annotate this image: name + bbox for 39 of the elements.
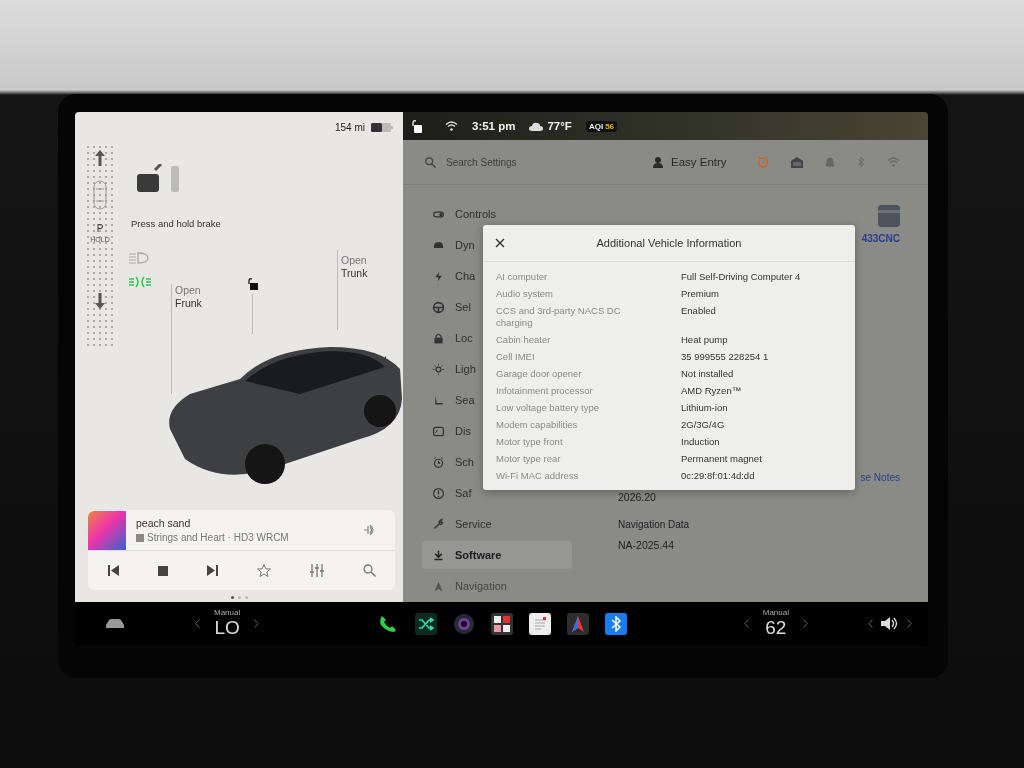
info-value: 0c:29:8f:01:4d:dd — [681, 470, 756, 482]
info-value: Premium — [681, 288, 720, 300]
dialog-title: Additional Vehicle Information — [596, 237, 742, 249]
info-label: CCS and 3rd-party NACS DC charging — [496, 305, 622, 329]
info-value: Induction — [681, 436, 721, 448]
info-label: Modem capabilities — [496, 419, 579, 431]
info-value: 35 999555 228254 1 — [681, 351, 770, 363]
clock-time: 3:51 pm — [472, 120, 516, 132]
air-quality-badge: AQI 56 — [585, 120, 618, 132]
info-label: Audio system — [496, 288, 555, 300]
navigation-data-version: NA-2025.44 — [618, 539, 676, 551]
info-value: Not installed — [681, 368, 735, 380]
info-label: Low voltage battery type — [496, 402, 600, 414]
range-text: 154 mi — [335, 121, 365, 133]
info-label: Wi-Fi MAC address — [496, 470, 580, 482]
climate-mode: Manual — [762, 608, 789, 617]
info-value: AMD Ryzen™ — [681, 385, 743, 397]
info-value: Enabled — [681, 305, 717, 318]
info-value: Lithium-ion — [681, 402, 729, 414]
track-title: peach sand — [136, 517, 192, 529]
gear-letter: P — [96, 223, 104, 234]
station-name: Strings and Heart · HD3 WRCM — [147, 532, 289, 543]
info-value: Heat pump — [681, 334, 729, 346]
navigation-data-heading: Navigation Data — [618, 519, 691, 530]
info-label: Infotainment processor — [496, 385, 594, 397]
info-value: 2G/3G/4G — [681, 419, 726, 431]
info-value: Full Self-Driving Computer 4 — [681, 271, 802, 283]
info-value: Permanent magnet — [681, 453, 763, 465]
vehicle-id-text: 433CNC — [861, 233, 900, 244]
climate-mode: Manual — [214, 608, 241, 617]
info-label: Motor type rear — [496, 453, 562, 465]
info-label: Cabin heater — [496, 334, 552, 346]
info-label: Cell IMEI — [496, 351, 536, 363]
outside-temperature: 77°F — [547, 120, 572, 132]
software-version: 2026.20 — [618, 491, 657, 503]
info-label: Motor type front — [496, 436, 564, 448]
info-label: AI computer — [496, 271, 549, 283]
info-label: Garage door opener — [496, 368, 583, 380]
brake-instruction: Press and hold brake — [131, 218, 221, 229]
